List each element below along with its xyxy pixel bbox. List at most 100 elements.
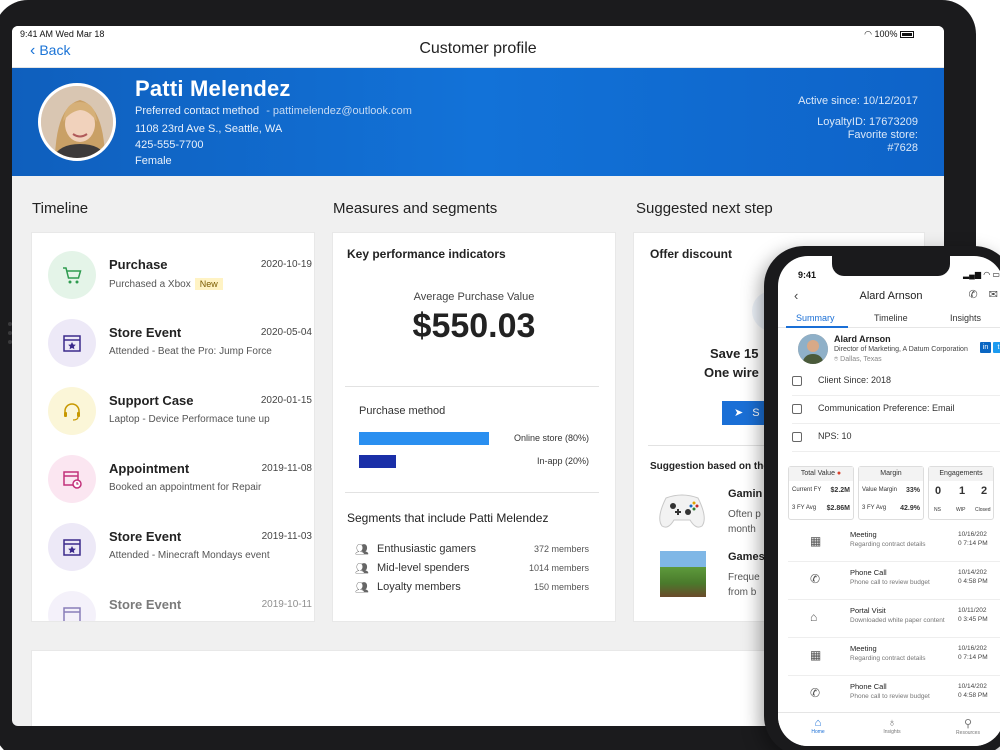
- segment-row[interactable]: 👥︎ Loyalty members 150 members: [355, 581, 589, 599]
- new-badge: New: [194, 278, 223, 290]
- suggestion-item-title: Games: [728, 551, 765, 563]
- timeline-item[interactable]: Support Case 2020-01-15 Laptop - Device …: [48, 383, 312, 443]
- metric-row: Value Margin 33%: [862, 487, 920, 494]
- activity-item[interactable]: ▦ Meeting Regarding contract details 10/…: [788, 524, 1000, 562]
- timeline-card: Purchase 2020-10-19 Purchased a Xbox New …: [32, 233, 314, 621]
- activity-title: Phone Call: [850, 682, 887, 691]
- timeline-item[interactable]: Purchase 2020-10-19 Purchased a Xbox New: [48, 247, 312, 307]
- location-pin-icon: ⌾: [834, 356, 839, 363]
- timeline-item-subtitle: Laptop - Device Performace tune up: [109, 414, 270, 425]
- nav-insights[interactable]: ♁ Insights: [872, 717, 912, 735]
- battery-icon: [900, 31, 914, 39]
- margin-card[interactable]: Margin Value Margin 33% 3 FY Avg 42.9%: [858, 466, 924, 520]
- segment-count: 150 members: [533, 582, 589, 592]
- contact-method: Preferred contact method - pattimelendez…: [135, 105, 412, 117]
- calendar-clock-icon: [48, 455, 96, 503]
- tab-insights[interactable]: Insights: [950, 313, 981, 323]
- gender: Female: [135, 155, 172, 167]
- measures-heading: Measures and segments: [333, 200, 498, 217]
- activity-time: 0 4:58 PM: [958, 692, 988, 699]
- segment-name: Mid-level spenders: [377, 562, 470, 574]
- meeting-icon: ▦: [810, 648, 822, 662]
- timeline-item-subtitle: Attended - Minecraft Mondays event: [109, 550, 270, 561]
- activity-date-text: 10/16/202: [958, 531, 987, 538]
- info-row: Client Since: 2018: [792, 370, 1000, 396]
- total-value-card[interactable]: Total Value ● Current FY $2.2M 3 FY Avg $2…: [788, 466, 854, 520]
- timeline-item-date: 2020-01-15: [260, 395, 312, 406]
- phone-signal-icon: ▂▄▆ ◠ ▭: [963, 270, 1000, 279]
- activity-item[interactable]: ✆ Phone Call Phone call to review budget…: [788, 562, 1000, 600]
- phone-status-time: 9:41: [798, 270, 817, 280]
- cart-icon: [48, 251, 96, 299]
- activity-date: 10/16/202 0 7:14 PM: [958, 530, 988, 548]
- profile-header: Patti Melendez Preferred contact method …: [12, 68, 944, 176]
- linkedin-icon[interactable]: in: [980, 342, 991, 353]
- activity-date: 10/16/202 0 7:14 PM: [958, 644, 988, 662]
- timeline-item[interactable]: Appointment 2019-11-08 Booked an appoint…: [48, 451, 312, 511]
- contact-role: Director of Marketing, A Datum Corporati…: [834, 346, 968, 353]
- nav-home[interactable]: ⌂ Home: [798, 717, 838, 735]
- measures-card: Key performance indicators Average Purch…: [333, 233, 615, 621]
- timeline-item-date: 2020-10-19: [260, 259, 312, 270]
- mail-icon[interactable]: ✉: [989, 289, 998, 301]
- tab-timeline[interactable]: Timeline: [874, 313, 908, 323]
- activity-date-text: 10/11/202: [958, 607, 987, 614]
- tab-summary[interactable]: Summary: [796, 313, 835, 323]
- in-app-caption: In-app (20%): [536, 456, 589, 466]
- phone-call-icon[interactable]: ✆: [969, 289, 978, 301]
- segment-row[interactable]: 👥︎ Enthusiastic gamers 372 members: [355, 543, 589, 561]
- metric-value: $2.86M: [826, 505, 850, 512]
- metric-value: 33%: [905, 487, 920, 494]
- segment-name: Enthusiastic gamers: [377, 543, 477, 555]
- status-time-date: 9:41 AM Wed Mar 18: [20, 29, 105, 39]
- phone-screen: 9:41 ▂▄▆ ◠ ▭ ‹ Alard Arnson ✆ ✉ Summary …: [778, 256, 1000, 746]
- timeline-item-title: Store Event: [109, 597, 182, 612]
- activity-title: Portal Visit: [850, 606, 886, 615]
- card-title: Engagements: [929, 467, 993, 481]
- activity-subtitle: Regarding contract details: [850, 655, 926, 662]
- wip-value: 1: [959, 485, 966, 497]
- engagements-card[interactable]: Engagements 0 1 2 NS WIP Closed: [928, 466, 994, 520]
- segment-row[interactable]: 👥︎ Mid-level spenders 1014 members: [355, 562, 589, 580]
- suggestion-item-subtitle: from b: [728, 587, 757, 598]
- info-row-text: Communication Preference: Email: [818, 403, 955, 413]
- contact-location: ⌾ Dallas, Texas: [834, 356, 882, 364]
- stage: 9:41 AM Wed Mar 18 ◠ 100% ‹ Back Customer…: [0, 0, 1000, 750]
- timeline-item-date: 2019-10-11: [261, 599, 312, 610]
- timeline-item[interactable]: Store Event 2019-11-03 Attended - Minecr…: [48, 519, 312, 579]
- headset-icon: [48, 387, 96, 435]
- contact-avatar: [798, 334, 828, 364]
- alert-icon: ●: [836, 470, 842, 477]
- segment-count: 372 members: [533, 544, 589, 554]
- suggestion-item-subtitle: Often p: [728, 509, 761, 520]
- activity-item[interactable]: ⌂ Portal Visit Downloaded white paper co…: [788, 600, 1000, 638]
- metric-label: 3 FY Avg: [792, 505, 817, 511]
- closed-label: Closed: [975, 507, 991, 513]
- segment-name: Loyalty members: [377, 581, 461, 593]
- timeline-item[interactable]: Store Event 2020-05-04 Attended - Beat t…: [48, 315, 312, 375]
- metric-label: Value Margin: [862, 487, 897, 493]
- activity-item[interactable]: ✆ Phone Call Phone call to review budget…: [788, 676, 1000, 714]
- activity-time: 0 4:58 PM: [958, 578, 988, 585]
- kpi-value: $550.03: [412, 307, 536, 345]
- activity-item[interactable]: ▦ Meeting Regarding contract details 10/…: [788, 638, 1000, 676]
- page-title: Customer profile: [419, 40, 537, 57]
- minecraft-cover-image: [660, 551, 706, 597]
- kpi-label: Average Purchase Value: [413, 291, 535, 303]
- twitter-icon[interactable]: t: [993, 342, 1000, 353]
- suggestion-heading: Suggestion based on the: [650, 461, 769, 472]
- phone-tabs: Summary Timeline Insights: [778, 310, 1000, 328]
- card-title: Total Value ●: [789, 467, 853, 481]
- home-icon: ⌂: [814, 717, 822, 729]
- online-store-bar: [359, 432, 489, 445]
- activity-time: 0 3:45 PM: [958, 616, 988, 623]
- activity-time: 0 7:14 PM: [958, 540, 988, 547]
- activity-title: Meeting: [850, 530, 877, 539]
- offer-title: Offer discount: [650, 247, 733, 261]
- portal-icon: ⌂: [810, 610, 818, 624]
- nav-resources[interactable]: ⚲ Resources: [948, 717, 988, 736]
- calendar-star-icon: [48, 591, 96, 621]
- contact-method-label: Preferred contact method: [135, 105, 260, 117]
- divider: [345, 492, 599, 493]
- timeline-item[interactable]: Store Event 2019-10-11: [48, 587, 312, 621]
